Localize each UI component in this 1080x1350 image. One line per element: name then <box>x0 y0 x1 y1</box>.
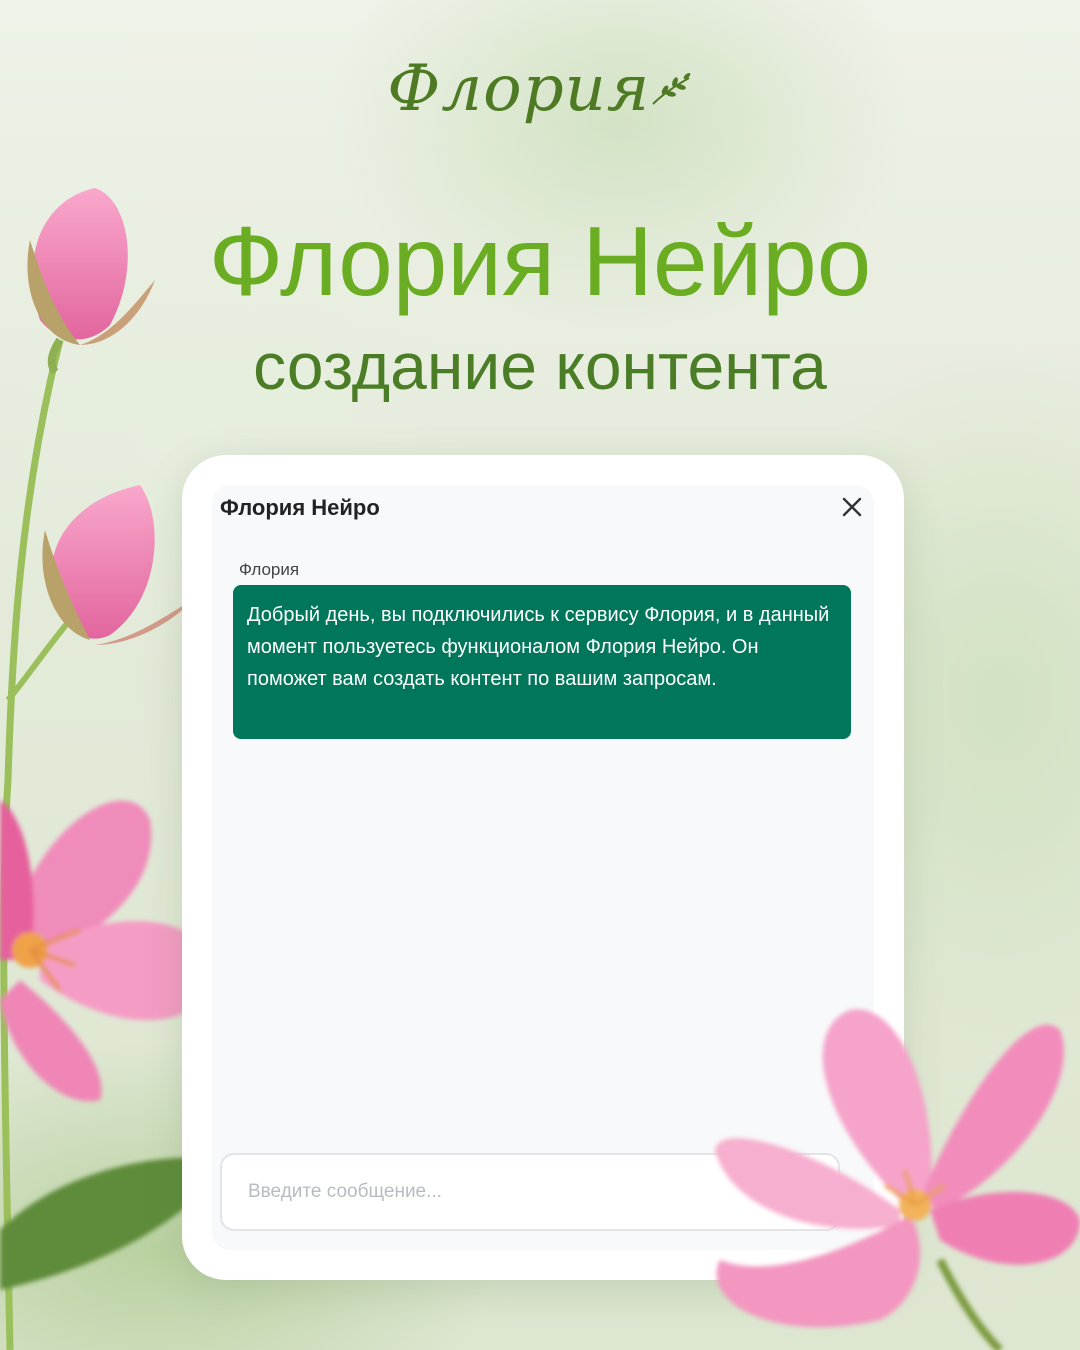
message-bubble: Добрый день, вы подключились к сервису Ф… <box>233 585 851 739</box>
brand-logo: Флория <box>0 52 1080 126</box>
chat-card: Флория Нейро Флория Добрый день, вы подк… <box>182 455 904 1280</box>
hero-title: Флория Нейро <box>208 206 872 316</box>
chat-window-title: Флория Нейро <box>220 495 380 520</box>
close-icon <box>842 497 862 517</box>
message-input[interactable] <box>220 1153 840 1231</box>
leaf-sprig-icon <box>649 72 693 113</box>
message-sender: Флория <box>239 560 300 579</box>
logo-text: Флория <box>387 52 651 126</box>
close-button[interactable] <box>834 489 870 525</box>
hero-subtitle: создание контента <box>253 329 827 403</box>
chat-window: Флория Нейро Флория Добрый день, вы подк… <box>212 485 874 1250</box>
